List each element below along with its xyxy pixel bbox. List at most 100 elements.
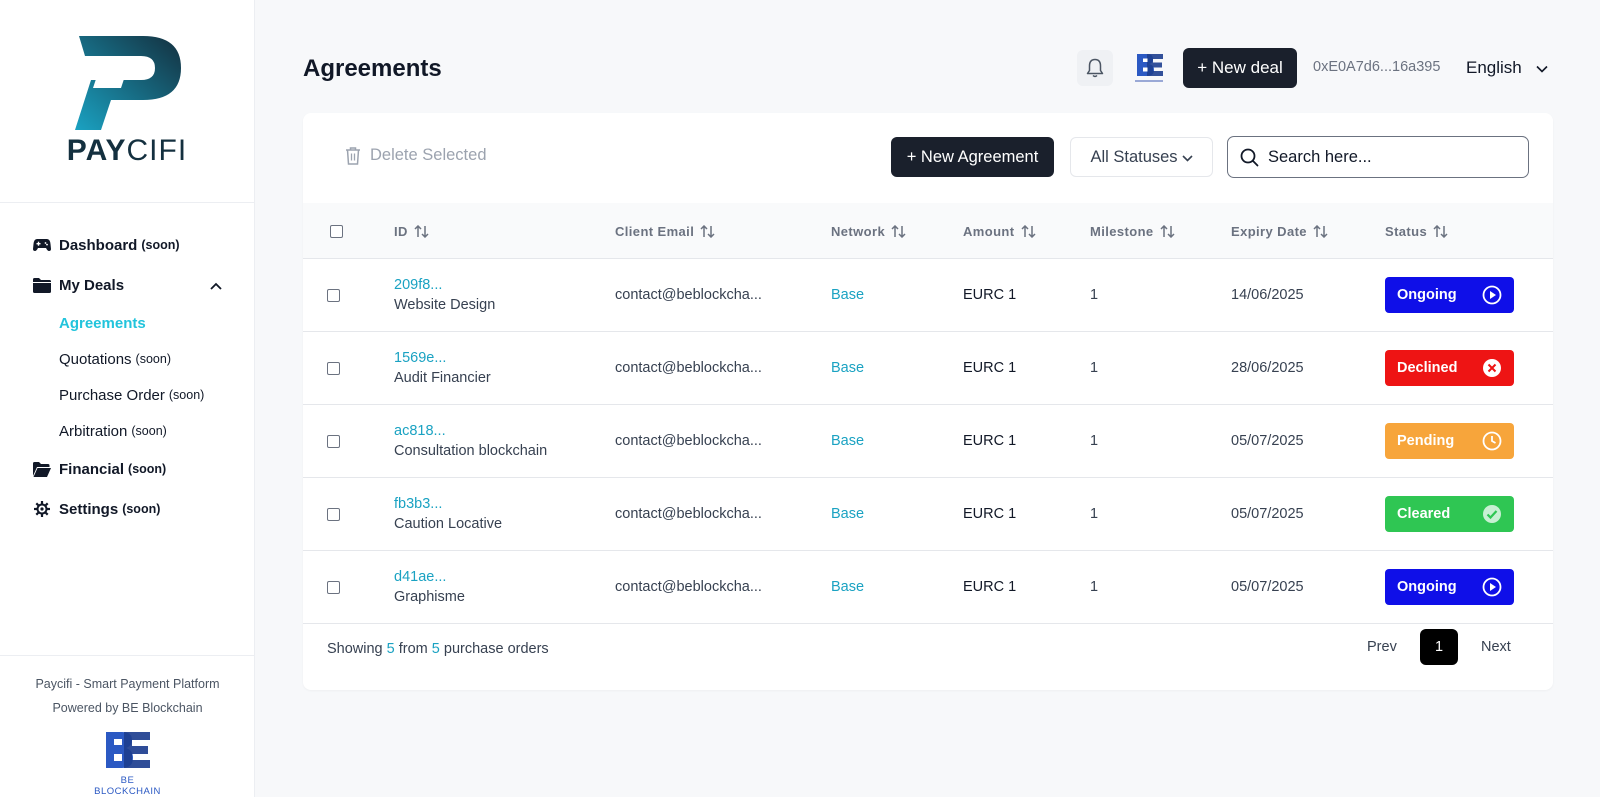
sidebar-item-agreements[interactable]: Agreements <box>0 305 254 341</box>
notifications-button[interactable] <box>1077 50 1113 86</box>
id-cell: fb3b3... Caution Locative <box>394 478 502 550</box>
row-select-cell <box>327 332 340 404</box>
status-filter-value: All Statuses <box>1090 147 1178 166</box>
status-badge[interactable]: Cleared <box>1385 496 1514 532</box>
amount: EURC 1 <box>963 360 1017 376</box>
sidebar-item-financial[interactable]: Financial (soon) <box>0 449 254 489</box>
network-link[interactable]: Base <box>831 405 864 477</box>
table-row[interactable]: fb3b3... Caution Locative contact@bebloc… <box>303 478 1553 551</box>
sidebar-item-purchase-order[interactable]: Purchase Order (soon) <box>0 377 254 413</box>
status-label: Declined <box>1397 360 1458 376</box>
status-label: Ongoing <box>1397 579 1457 595</box>
page-title: Agreements <box>303 55 442 82</box>
network-link[interactable]: Base <box>831 478 864 550</box>
paycifi-mark-icon <box>75 36 181 130</box>
table-row[interactable]: 1569e... Audit Financier contact@beblock… <box>303 332 1553 405</box>
language-select[interactable]: English <box>1466 58 1548 78</box>
sidebar: PAYCIFI Dashboard (soon) My Deals Agreem… <box>0 0 255 797</box>
search-box[interactable] <box>1227 136 1529 178</box>
agreement-id-link[interactable]: fb3b3... <box>394 494 442 514</box>
row-checkbox[interactable] <box>327 361 340 375</box>
status-cell: Declined <box>1385 332 1514 404</box>
expiry-date: 28/06/2025 <box>1231 360 1304 376</box>
column-header-status[interactable]: Status <box>1385 203 1448 259</box>
agreement-id-link[interactable]: d41ae... <box>394 567 446 587</box>
agreement-id-link[interactable]: 209f8... <box>394 275 442 295</box>
column-header-id[interactable]: ID <box>394 203 429 259</box>
sidebar-item-quotations[interactable]: Quotations (soon) <box>0 341 254 377</box>
prev-page-button[interactable]: Prev <box>1367 639 1397 655</box>
sidebar-item-label: Dashboard <box>59 236 138 254</box>
platform-tagline: Paycifi - Smart Payment Platform <box>35 677 220 691</box>
row-checkbox[interactable] <box>327 434 340 448</box>
column-header-client-email[interactable]: Client Email <box>615 203 715 259</box>
network-link[interactable]: Base <box>831 259 864 331</box>
new-agreement-button[interactable]: + New Agreement <box>891 137 1054 177</box>
network-link[interactable]: Base <box>831 332 864 404</box>
status-cell: Ongoing <box>1385 259 1514 331</box>
agreements-card: Delete Selected + New Agreement All Stat… <box>303 113 1553 690</box>
milestone: 1 <box>1090 506 1099 522</box>
amount: EURC 1 <box>963 433 1017 449</box>
table-toolbar: Delete Selected + New Agreement All Stat… <box>303 113 1553 203</box>
soon-tag: (soon) <box>128 462 167 476</box>
table-row[interactable]: 209f8... Website Design contact@beblockc… <box>303 259 1553 332</box>
column-header-label: ID <box>394 223 408 239</box>
clock-icon <box>1482 431 1502 451</box>
status-badge[interactable]: Pending <box>1385 423 1514 459</box>
sort-icon <box>700 224 715 238</box>
row-select-cell <box>327 259 340 331</box>
column-header-network[interactable]: Network <box>831 203 906 259</box>
new-deal-button[interactable]: + New deal <box>1183 48 1297 88</box>
row-checkbox[interactable] <box>327 507 340 521</box>
client-email: contact@beblockcha... <box>615 506 762 522</box>
be-blockchain-logo[interactable]: BE BLOCKCHAIN <box>88 730 168 797</box>
summary-text: purchase orders <box>443 641 549 657</box>
client-email: contact@beblockcha... <box>615 360 762 376</box>
partner-logo[interactable] <box>1129 52 1169 86</box>
client-email: contact@beblockcha... <box>615 287 762 303</box>
sidebar-item-label: My Deals <box>59 276 125 294</box>
status-filter-select[interactable]: All Statuses <box>1070 137 1213 177</box>
status-badge[interactable]: Ongoing <box>1385 277 1514 313</box>
agreement-id-link[interactable]: 1569e... <box>394 348 446 368</box>
wallet-address[interactable]: 0xE0A7d6...16a395 <box>1313 59 1440 75</box>
agreement-title: Caution Locative <box>394 516 503 532</box>
status-badge[interactable]: Ongoing <box>1385 569 1514 605</box>
column-header-label: Status <box>1385 223 1428 239</box>
column-header-expiry-date[interactable]: Expiry Date <box>1231 203 1328 259</box>
soon-tag: (soon) <box>168 388 205 402</box>
sidebar-item-arbitration[interactable]: Arbitration (soon) <box>0 413 254 449</box>
check-circle-icon <box>1483 505 1501 523</box>
be-logo-icon <box>105 732 150 768</box>
sort-icon <box>1160 224 1175 238</box>
row-select-cell <box>327 405 340 477</box>
status-badge[interactable]: Declined <box>1385 350 1514 386</box>
row-checkbox[interactable] <box>327 288 340 302</box>
brand-wordmark: PAYCIFI <box>66 134 188 167</box>
brand-logo[interactable]: PAYCIFI <box>0 0 254 203</box>
select-all-checkbox[interactable] <box>330 224 343 238</box>
page-1-button[interactable]: 1 <box>1420 629 1458 665</box>
table-row[interactable]: ac818... Consultation blockchain contact… <box>303 405 1553 478</box>
status-cell: Pending <box>1385 405 1514 477</box>
next-page-button[interactable]: Next <box>1481 639 1511 655</box>
column-header-milestone[interactable]: Milestone <box>1090 203 1175 259</box>
chevron-up-icon[interactable] <box>210 277 222 294</box>
column-header-label: Client Email <box>615 223 695 239</box>
search-input[interactable] <box>1268 147 1508 167</box>
column-header-amount[interactable]: Amount <box>963 203 1036 259</box>
agreement-id-link[interactable]: ac818... <box>394 421 446 441</box>
sort-icon <box>1433 224 1448 238</box>
sort-icon <box>414 224 429 238</box>
column-header-label: Expiry Date <box>1231 223 1307 239</box>
delete-selected-button[interactable]: Delete Selected <box>345 146 487 165</box>
row-checkbox[interactable] <box>327 580 340 594</box>
play-circle-icon <box>1482 285 1502 305</box>
sidebar-item-label: Financial <box>59 460 125 478</box>
table-header: ID Client Email Network Amount Milestone… <box>303 203 1553 259</box>
sidebar-item-dashboard[interactable]: Dashboard (soon) <box>0 225 254 265</box>
sidebar-item-my-deals[interactable]: My Deals <box>0 265 254 305</box>
sidebar-item-settings[interactable]: Settings (soon) <box>0 489 254 529</box>
results-summary: Showing 5 from 5 purchase orders <box>327 641 549 657</box>
